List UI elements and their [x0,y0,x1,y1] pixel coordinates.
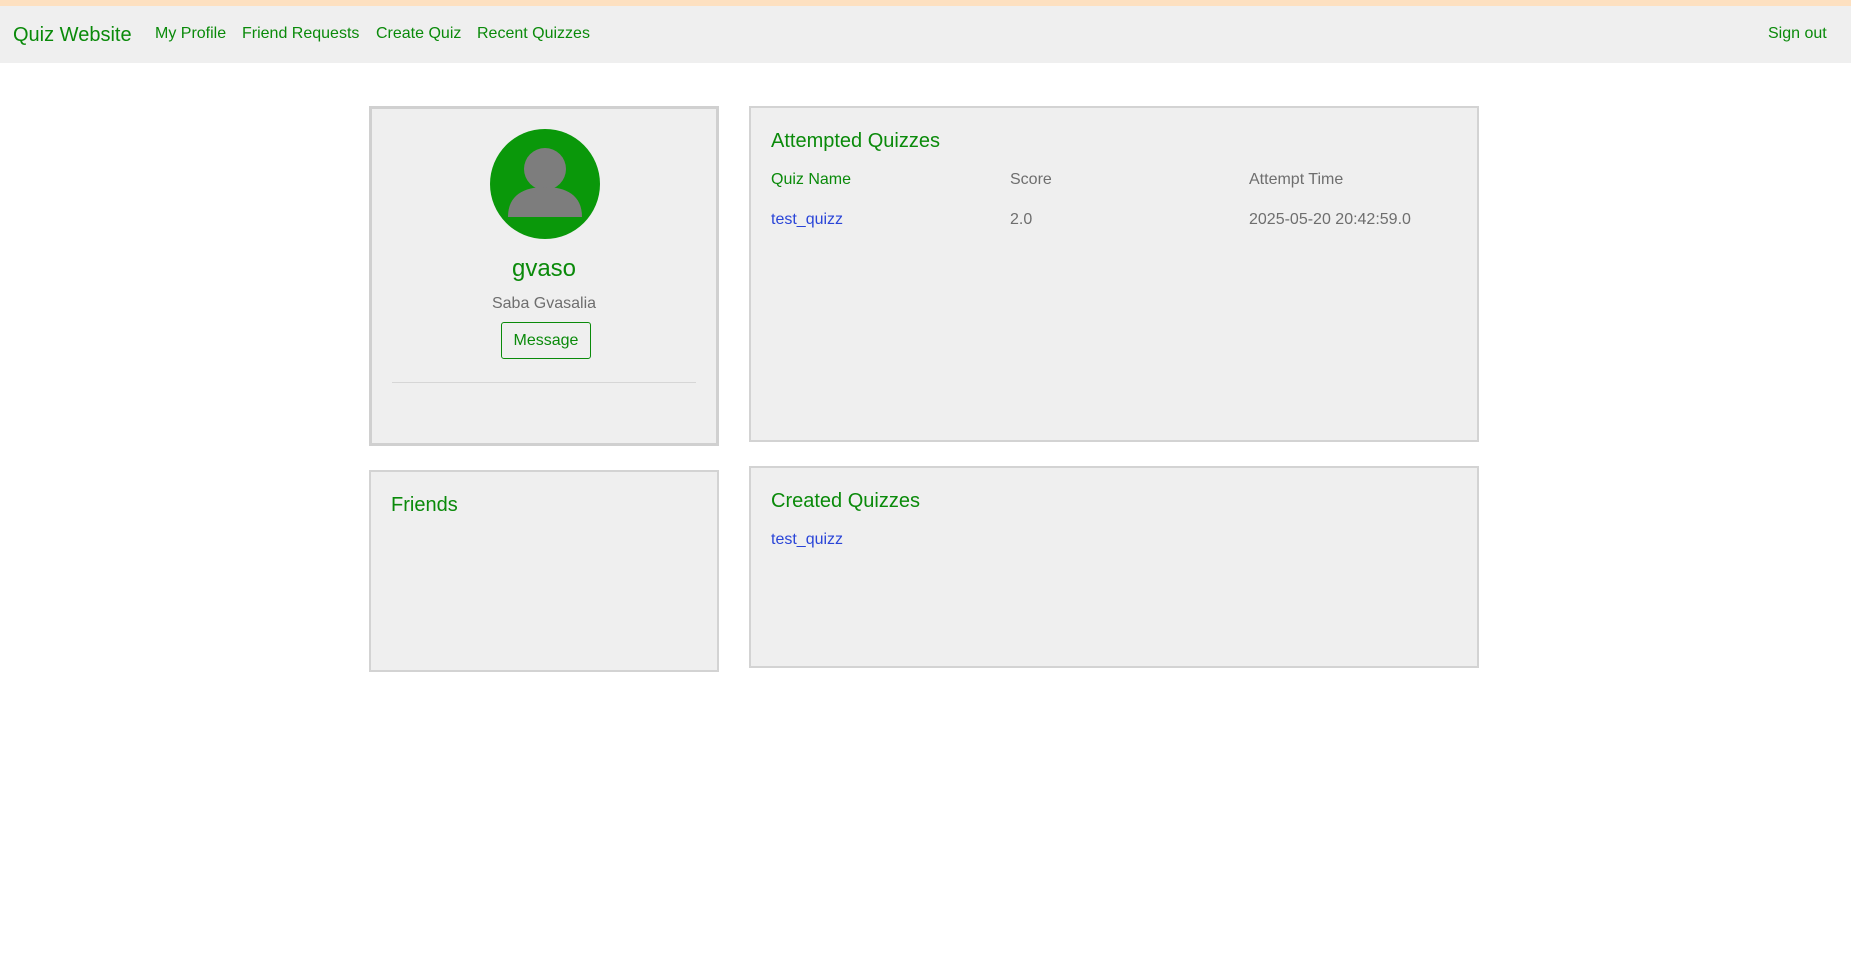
message-button[interactable]: Message [501,322,591,359]
nav-brand-link[interactable]: Quiz Website [13,24,132,47]
profile-full-name: Saba Gvasalia [491,295,597,312]
created-quiz-link[interactable]: test_quizz [771,531,843,549]
user-avatar-icon [490,129,600,239]
profile-card: gvaso Saba Gvasalia Message [369,106,719,446]
profile-divider [392,382,696,383]
friends-title: Friends [391,494,458,516]
nav-link-recent-quizzes[interactable]: Recent Quizzes [477,25,590,43]
attempt-score: 2.0 [1010,211,1033,228]
attempted-quizzes-title: Attempted Quizzes [771,130,940,152]
attempted-quizzes-card: Attempted Quizzes Quiz Name Score Attemp… [749,106,1479,442]
nav-link-friend-requests[interactable]: Friend Requests [242,25,359,43]
nav-link-my-profile[interactable]: My Profile [155,25,226,43]
column-header-score: Score [1010,171,1052,188]
friends-card: Friends [369,470,719,672]
user-silhouette-icon [508,148,582,217]
created-quizzes-title: Created Quizzes [771,490,920,512]
nav-link-create-quiz[interactable]: Create Quiz [376,25,461,43]
navbar: Quiz Website My Profile Friend Requests … [0,6,1851,63]
sign-out-link[interactable]: Sign out [1768,25,1827,43]
column-header-quiz-name: Quiz Name [771,171,852,188]
column-header-attempt-time: Attempt Time [1249,171,1344,188]
profile-username: gvaso [511,255,577,282]
attempt-time: 2025-05-20 20:42:59.0 [1249,211,1411,228]
attempted-quiz-link[interactable]: test_quizz [771,211,843,229]
created-quizzes-card: Created Quizzes test_quizz [749,466,1479,668]
